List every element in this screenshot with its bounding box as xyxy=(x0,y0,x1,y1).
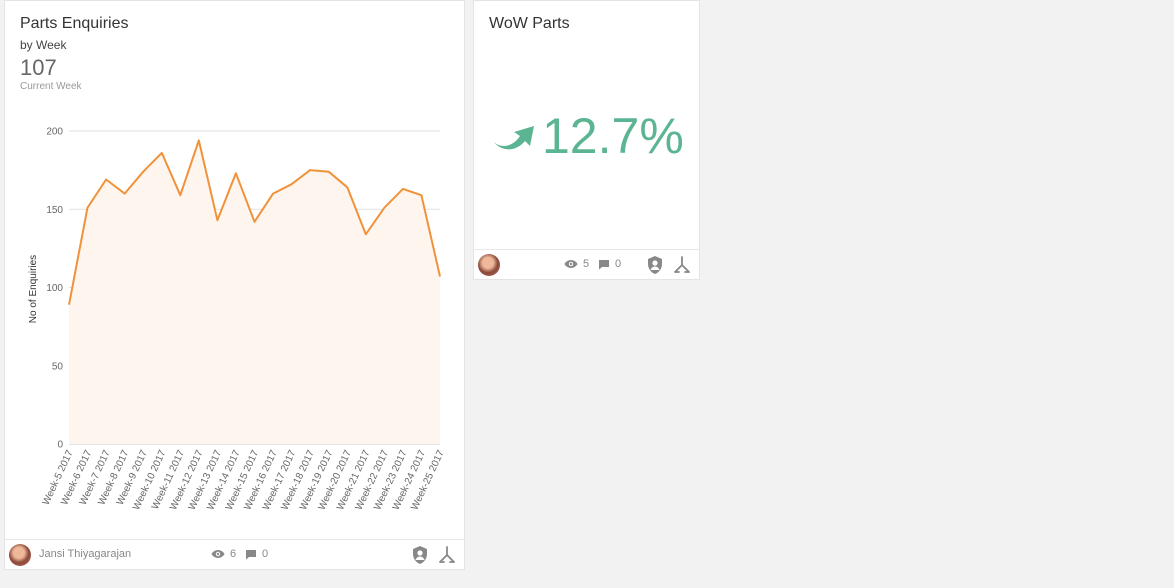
chart-area-fill xyxy=(69,140,440,444)
wow-metric: 12.7% xyxy=(492,111,684,161)
y-axis-title: No of Enquiries xyxy=(28,255,39,323)
data-point[interactable] xyxy=(215,218,219,222)
hierarchy-icon[interactable] xyxy=(673,255,691,275)
y-tick-label: 150 xyxy=(46,205,63,216)
author-name[interactable]: Jansi Thiyagarajan xyxy=(39,548,131,560)
data-point[interactable] xyxy=(327,170,331,174)
enquiries-line-chart: 0 50 100 150 200 Week-5 2017Week-6 2017Week-… xyxy=(28,127,447,513)
comment-count[interactable]: 0 xyxy=(598,258,621,270)
data-point[interactable] xyxy=(67,303,71,307)
hierarchy-icon[interactable] xyxy=(438,545,456,565)
view-count: 5 xyxy=(564,258,589,270)
card-footer: Jansi Thiyagarajan 6 0 xyxy=(5,539,464,569)
data-point[interactable] xyxy=(234,171,238,175)
card-subtitle: by Week xyxy=(20,38,67,52)
data-point[interactable] xyxy=(160,151,164,155)
wow-parts-card: WoW Parts 12.7% 5 0 xyxy=(473,0,700,280)
data-point[interactable] xyxy=(364,232,368,236)
avatar[interactable] xyxy=(478,254,500,276)
y-tick-label: 50 xyxy=(52,361,64,372)
shield-user-icon[interactable] xyxy=(411,545,429,565)
eye-icon xyxy=(564,260,578,268)
data-point[interactable] xyxy=(86,206,90,210)
data-point[interactable] xyxy=(253,220,257,224)
data-point[interactable] xyxy=(290,182,294,186)
parts-enquiries-card: Parts Enquiries by Week 107 Current Week… xyxy=(4,0,465,570)
eye-icon xyxy=(211,550,225,558)
data-point[interactable] xyxy=(419,193,423,197)
card-title[interactable]: WoW Parts xyxy=(489,15,570,33)
wow-value: 12.7% xyxy=(542,108,684,164)
data-point[interactable] xyxy=(197,138,201,142)
view-count: 6 xyxy=(211,548,236,560)
shield-user-icon[interactable] xyxy=(646,255,664,275)
data-point[interactable] xyxy=(382,206,386,210)
card-footer: 5 0 xyxy=(474,249,699,279)
y-tick-label: 0 xyxy=(57,440,63,451)
data-point[interactable] xyxy=(308,168,312,172)
data-point[interactable] xyxy=(123,192,127,196)
data-point[interactable] xyxy=(104,178,108,182)
comment-icon xyxy=(599,259,609,269)
comment-count[interactable]: 0 xyxy=(245,548,268,560)
y-tick-label: 200 xyxy=(46,127,63,138)
data-point[interactable] xyxy=(178,193,182,197)
view-count-value: 5 xyxy=(583,258,590,270)
comment-icon xyxy=(246,549,256,559)
x-axis-ticks: Week-5 2017Week-6 2017Week-7 2017Week-8 … xyxy=(41,448,447,512)
card-title[interactable]: Parts Enquiries xyxy=(20,15,129,33)
data-point[interactable] xyxy=(401,187,405,191)
comment-count-value: 0 xyxy=(615,258,622,270)
current-week-value: 107 xyxy=(20,55,57,80)
y-tick-label: 100 xyxy=(46,283,63,294)
y-axis-ticks: 0 50 100 150 200 xyxy=(46,127,63,451)
current-week-caption: Current Week xyxy=(20,81,82,92)
view-count-value: 6 xyxy=(230,548,237,560)
data-point[interactable] xyxy=(345,185,349,189)
comment-count-value: 0 xyxy=(262,548,269,560)
data-point[interactable] xyxy=(438,275,442,279)
avatar[interactable] xyxy=(9,544,31,566)
data-point[interactable] xyxy=(271,192,275,196)
data-point[interactable] xyxy=(141,170,145,174)
trend-up-arrow-icon xyxy=(494,126,534,150)
